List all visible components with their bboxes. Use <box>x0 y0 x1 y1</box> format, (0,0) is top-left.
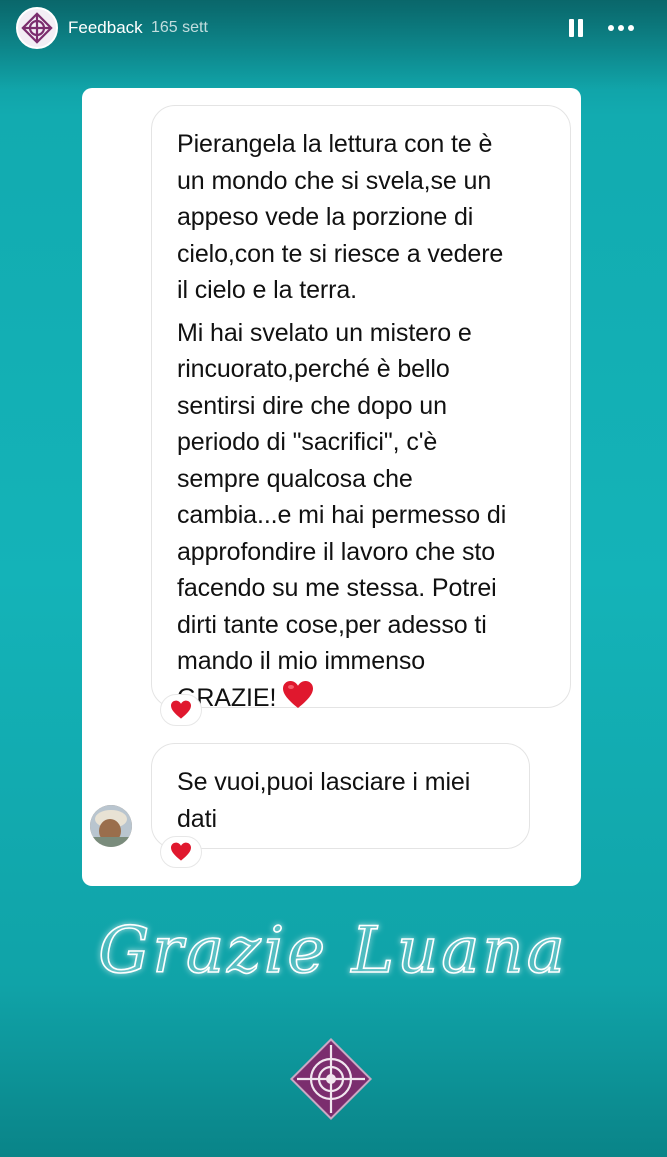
message-text: Se vuoi,puoi lasciare i miei dati <box>177 768 471 833</box>
heart-reaction-badge[interactable] <box>160 694 202 726</box>
more-dots-icon[interactable] <box>606 17 636 39</box>
story-view[interactable]: Feedback 165 sett Pierangela la lettura … <box>0 0 667 1157</box>
story-timestamp: 165 sett <box>151 19 208 36</box>
mandala-logo-icon <box>289 1037 373 1121</box>
pause-icon[interactable] <box>566 17 586 39</box>
message-text: Pierangela la lettura con te è un mondo … <box>177 130 504 304</box>
message-bubble: Pierangela la lettura con te è un mondo … <box>151 105 571 712</box>
heart-reaction-badge[interactable] <box>160 836 202 868</box>
sender-avatar[interactable] <box>90 805 132 847</box>
story-username[interactable]: Feedback <box>68 18 143 38</box>
heart-icon <box>171 700 191 719</box>
message-text: Mi hai svelato un mistero e rincuorato,p… <box>177 315 546 721</box>
caption-grazie-luana: Grazie Luana <box>97 913 568 989</box>
mandala-logo-icon <box>21 12 53 44</box>
message-bubble: Se vuoi,puoi lasciare i miei dati <box>151 743 530 849</box>
chat-screenshot-card: Pierangela la lettura con te è un mondo … <box>82 88 581 886</box>
heart-icon <box>282 680 314 721</box>
story-header: Feedback 165 sett <box>0 0 667 60</box>
profile-avatar[interactable] <box>16 7 58 49</box>
svg-text:Grazie Luana: Grazie Luana <box>98 914 568 988</box>
heart-icon <box>171 842 191 861</box>
